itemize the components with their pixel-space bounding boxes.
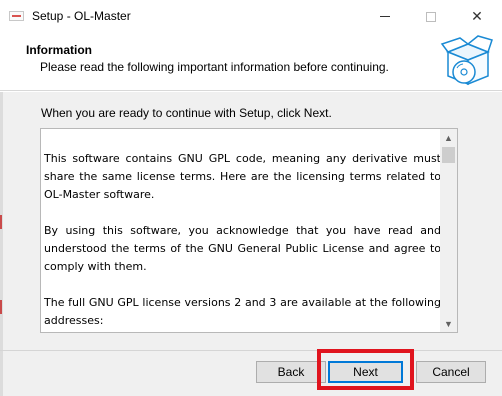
footer-divider [0, 350, 502, 351]
close-button[interactable]: ✕ [454, 0, 500, 33]
page-title: Information [26, 43, 92, 57]
license-content: This software contains GNU GPL code, mea… [44, 150, 441, 332]
back-button[interactable]: Back [256, 361, 326, 383]
license-textbox[interactable]: This software contains GNU GPL code, mea… [40, 128, 458, 333]
background-fragment [0, 215, 2, 229]
maximize-button[interactable] [408, 0, 454, 33]
cancel-button[interactable]: Cancel [416, 361, 486, 383]
close-icon: ✕ [471, 8, 483, 24]
background-fragment [0, 300, 2, 314]
scroll-up-arrow-icon[interactable]: ▲ [440, 129, 457, 146]
license-paragraph: The full GNU GPL license versions 2 and … [44, 296, 441, 327]
setup-box-icon [440, 35, 493, 86]
license-paragraph: This software contains GNU GPL code, mea… [44, 152, 441, 201]
next-button[interactable]: Next [328, 361, 403, 383]
app-icon [9, 11, 24, 21]
window-title: Setup - OL-Master [32, 9, 131, 23]
minimize-icon [380, 16, 390, 17]
vertical-scrollbar[interactable]: ▲ ▼ [440, 129, 457, 332]
license-paragraph: By using this software, you acknowledge … [44, 224, 441, 273]
scroll-down-arrow-icon[interactable]: ▼ [440, 315, 457, 332]
maximize-icon [426, 11, 436, 22]
instruction-text: When you are ready to continue with Setu… [41, 106, 332, 120]
title-bar: Setup - OL-Master ✕ [0, 0, 502, 33]
page-subtitle: Please read the following important info… [40, 60, 389, 74]
wizard-header: Information Please read the following im… [0, 33, 502, 91]
minimize-button[interactable] [362, 0, 408, 33]
scroll-thumb[interactable] [442, 147, 455, 163]
